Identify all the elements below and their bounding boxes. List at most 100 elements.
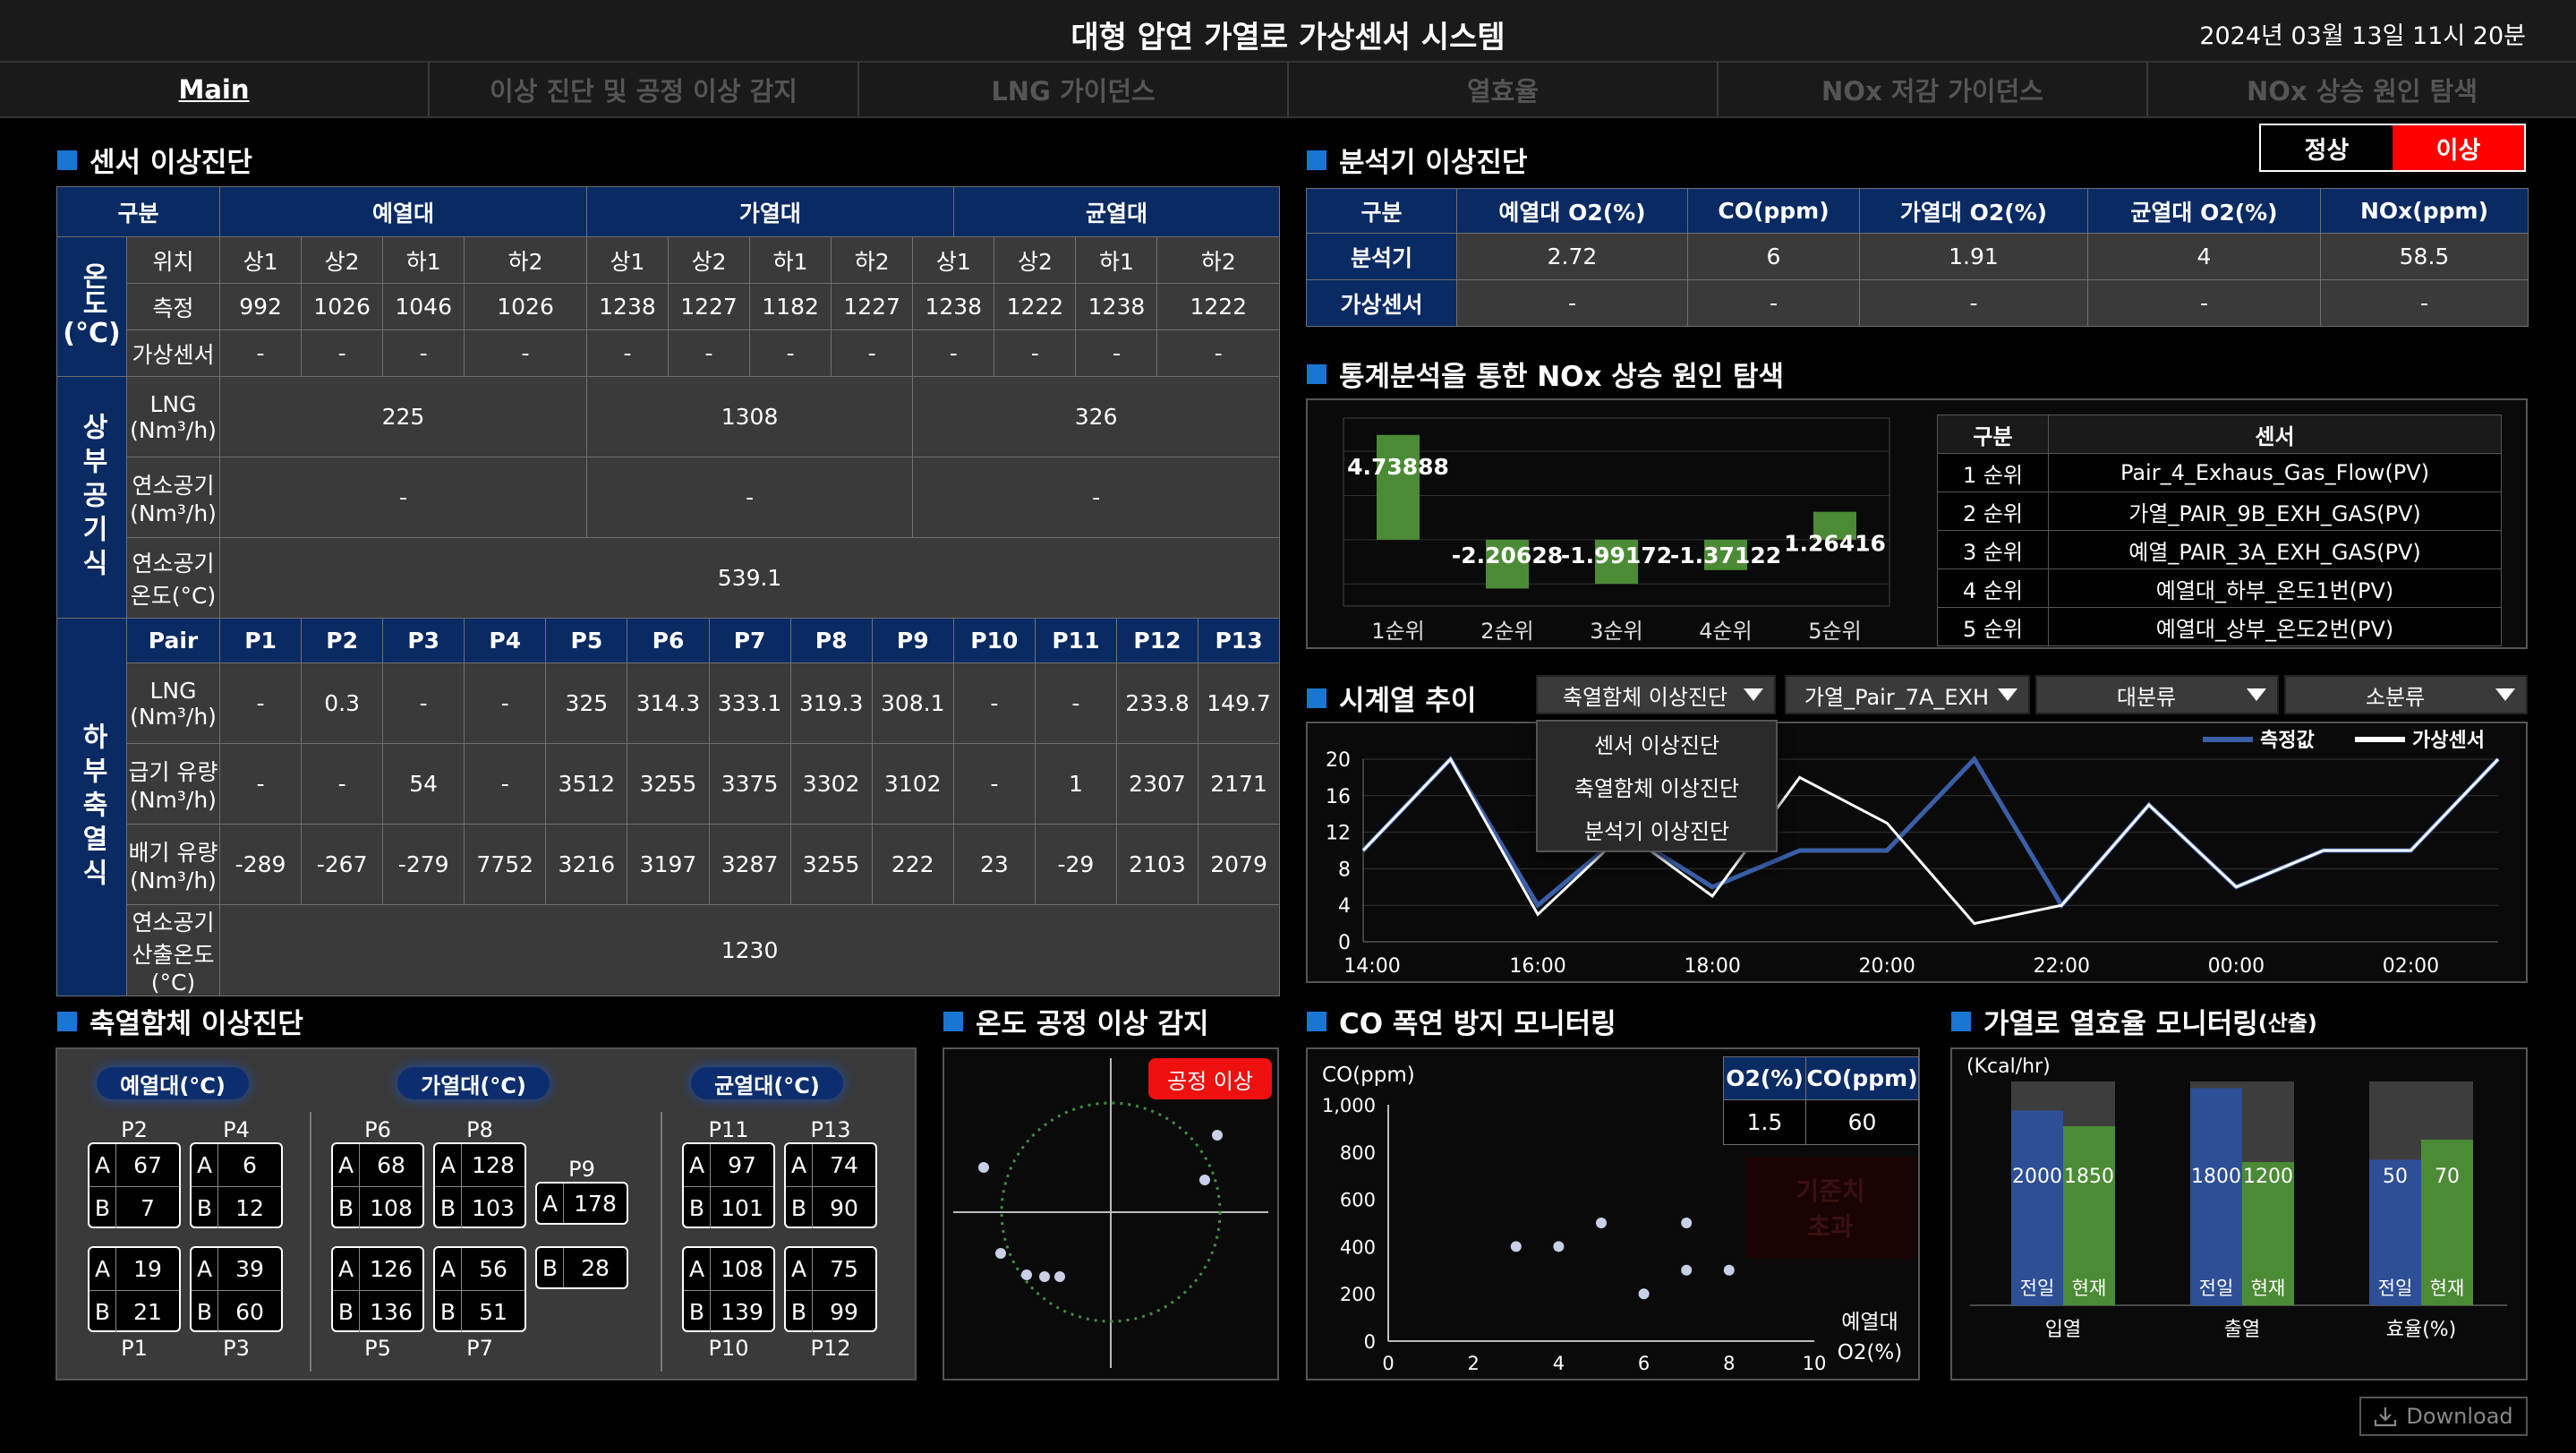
air-preheat: -	[219, 457, 587, 538]
lng-soaking: 326	[912, 376, 1281, 457]
regenerator-cell: A 39 B 60	[190, 1246, 283, 1332]
menu-item-sensor[interactable]: 센서 이상진단	[1538, 722, 1776, 765]
co-point	[1596, 1218, 1607, 1228]
y-tick-label: 200	[1340, 1284, 1376, 1305]
section-marker-icon	[57, 1011, 77, 1031]
cell-a-value: 56	[479, 1256, 508, 1282]
col-head-heating: 가열대	[585, 186, 954, 237]
upper-group-label: 상부공기식	[56, 376, 127, 619]
position-cell: 하2	[831, 236, 914, 284]
pair-label: P5	[364, 1336, 391, 1361]
download-button[interactable]: Download	[2359, 1397, 2528, 1436]
cell-a-value: 97	[728, 1152, 756, 1178]
cell-b-value: 101	[721, 1194, 763, 1221]
co-head-o2: O2(%)	[1723, 1056, 1806, 1100]
row-label-exhaust: 배기 유량 (Nm³/h)	[125, 824, 221, 905]
measured-cell: 1227	[667, 283, 751, 330]
nox-section-title: 통계분석을 통한 NOx 상승 원인 탐색	[1307, 354, 1784, 394]
pair-head-cell: P8	[789, 618, 873, 663]
tab-nox-cause[interactable]: NOx 상승 원인 탐색	[2148, 63, 2576, 116]
cell-b-value: 51	[479, 1298, 508, 1325]
rank-sensor: 가열_PAIR_9B_EXH_GAS(PV)	[2048, 491, 2502, 531]
eff-bar-value: 70	[2435, 1166, 2460, 1188]
process-point	[1021, 1269, 1032, 1280]
sensor-section-title: 센서 이상진단	[57, 140, 252, 180]
process-anomaly-panel: 공정 이상	[943, 1047, 1279, 1380]
major-class-dropdown[interactable]: 대분류	[2035, 675, 2279, 714]
analyzer-table: 구분 예열대 O2(%) CO(ppm) 가열대 O2(%) 균열대 O2(%) NOx(…	[1306, 188, 2529, 327]
supply-flow-cell: 2307	[1115, 743, 1199, 825]
air-soaking: -	[912, 457, 1281, 538]
co-current-table: O2(%) CO(ppm) 1.5 60	[1723, 1056, 1919, 1145]
pair-label: P8	[466, 1117, 493, 1142]
category-dropdown[interactable]: 축열함체 이상진단	[1536, 675, 1776, 714]
y-tick-label: 800	[1340, 1142, 1376, 1164]
co-value-co: 60	[1805, 1099, 1919, 1145]
supply-flow-cell: 3512	[545, 743, 628, 825]
process-point	[995, 1248, 1006, 1259]
tab-nox-guidance[interactable]: NOx 저감 가이던스	[1719, 63, 2148, 116]
analyzer-row-label: 분석기	[1306, 233, 1457, 280]
cell-b-value: 12	[235, 1194, 264, 1221]
row-label-air: 연소공기 (Nm³/h)	[125, 457, 221, 538]
position-cell: 상1	[585, 236, 669, 284]
rank-label: 2 순위	[1937, 491, 2049, 531]
regenerator-cell: A 68 B 108	[331, 1142, 424, 1228]
regenerator-cell-p9-b: B 28	[535, 1246, 628, 1289]
nox-cause-bar-chart: 4.73888 1순위 -2.20628 2순위 -1.99172 3순위 -1.37122…	[1343, 417, 1890, 644]
zone-pill: 균열대(°C)	[691, 1067, 843, 1099]
co-point	[1723, 1264, 1735, 1276]
x-tick-label: 22:00	[2034, 955, 2090, 978]
hx-section-title: 축열함체 이상진단	[57, 1001, 303, 1041]
tab-thermal-efficiency[interactable]: 열효율	[1289, 63, 1719, 116]
x-axis-title: 예열대	[1841, 1311, 1898, 1334]
pair-label: P3	[223, 1336, 250, 1361]
process-point	[978, 1162, 989, 1173]
x-axis-title-unit: O2(%)	[1838, 1341, 1903, 1364]
ts-section-title: 시계열 추이	[1307, 678, 1476, 718]
virtual-cell: -	[301, 329, 384, 377]
supply-flow-cell: 1	[1034, 743, 1117, 825]
measured-cell: 1238	[585, 283, 669, 330]
pair-head-cell: P2	[301, 618, 384, 663]
nox-bar-label: 1.26416	[1784, 531, 1886, 557]
analyzer-col-head: 균열대 O2(%)	[2087, 188, 2321, 234]
rank-label: 4 순위	[1937, 568, 2049, 608]
co-point	[1681, 1218, 1693, 1228]
exhaust-flow-cell: 3255	[789, 824, 873, 905]
regenerator-cell-p9-a: A 178	[535, 1182, 628, 1225]
tab-lng-guidance[interactable]: LNG 가이던스	[859, 63, 1289, 116]
status-normal: 정상	[2261, 125, 2393, 170]
y-tick-label: 600	[1340, 1190, 1376, 1211]
virtual-cell: -	[1075, 329, 1158, 377]
measured-cell: 1026	[301, 283, 384, 330]
regenerator-cell: A 6 B 12	[190, 1142, 283, 1228]
exhaust-flow-cell: 3287	[708, 824, 791, 905]
analyzer-col-head: 예열대 O2(%)	[1456, 188, 1688, 234]
tab-anomaly-detection[interactable]: 이상 진단 및 공정 이상 감지	[430, 63, 859, 116]
exhaust-flow-cell: -289	[219, 824, 303, 905]
supply-flow-cell: 3302	[789, 743, 873, 825]
minor-class-dropdown[interactable]: 소분류	[2284, 675, 2528, 714]
y-tick-label: 4	[1338, 895, 1351, 918]
position-cell: 하2	[464, 236, 587, 284]
x-tick-label: 0	[1382, 1353, 1394, 1374]
exhaust-flow-cell: 3216	[545, 824, 628, 905]
cell-b-value: 21	[133, 1298, 162, 1325]
tab-main[interactable]: Main	[0, 63, 430, 116]
rank-head-gubun: 구분	[1937, 415, 2049, 454]
nox-category-label: 3순위	[1590, 619, 1642, 644]
pair-dropdown[interactable]: 가열_Pair_7A_EXH	[1785, 675, 2030, 714]
virtual-cell: -	[382, 329, 465, 377]
pair-label: P13	[810, 1117, 851, 1142]
y-tick-label: 16	[1326, 786, 1351, 808]
position-cell: 상1	[219, 236, 303, 284]
exhaust-flow-cell: 23	[952, 824, 1036, 905]
rank-label: 5 순위	[1937, 607, 2049, 646]
unit-label: (Kcal/hr)	[1966, 1056, 2051, 1078]
analyzer-value-cell: 6	[1687, 233, 1860, 280]
menu-item-analyzer[interactable]: 분석기 이상진단	[1538, 808, 1776, 850]
co-value-o2: 1.5	[1723, 1099, 1806, 1145]
eff-bar-prev	[2011, 1110, 2063, 1305]
menu-item-regenerator[interactable]: 축열함체 이상진단	[1538, 765, 1776, 808]
